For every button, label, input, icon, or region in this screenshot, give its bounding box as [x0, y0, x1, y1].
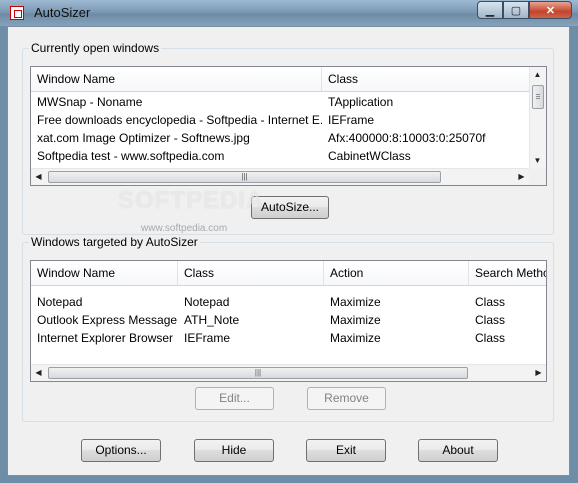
- maximize-button[interactable]: ▢: [503, 1, 529, 19]
- scroll-right-icon[interactable]: ▶: [514, 169, 529, 184]
- scroll-down-icon[interactable]: ▼: [530, 153, 545, 168]
- dialog-client: Currently open windows Window Name Class…: [7, 26, 570, 476]
- column-header-search-method[interactable]: Search Metho: [469, 261, 546, 285]
- remove-button[interactable]: Remove: [307, 387, 386, 410]
- exit-button[interactable]: Exit: [306, 439, 386, 462]
- open-windows-vertical-scrollbar[interactable]: ▲ ▼: [529, 67, 546, 168]
- scroll-up-icon[interactable]: ▲: [530, 67, 545, 82]
- vertical-scroll-thumb[interactable]: [532, 85, 544, 109]
- targeted-windows-horizontal-scrollbar[interactable]: ◀ ||| ▶: [31, 364, 546, 381]
- edit-button[interactable]: Edit...: [195, 387, 274, 410]
- softpedia-watermark-url: www.softpedia.com: [141, 223, 228, 234]
- open-windows-list[interactable]: Window Name Class MWSnap - Noname TAppli…: [30, 66, 547, 186]
- hide-button[interactable]: Hide: [194, 439, 274, 462]
- close-button[interactable]: ✕: [529, 1, 572, 19]
- horizontal-scroll-thumb[interactable]: |||: [48, 367, 468, 379]
- list-item[interactable]: MWSnap - Noname TApplication: [31, 93, 530, 111]
- horizontal-scroll-thumb[interactable]: |||: [48, 171, 441, 183]
- about-button[interactable]: About: [418, 439, 498, 462]
- scroll-left-icon[interactable]: ◀: [31, 169, 46, 184]
- column-header-action[interactable]: Action: [324, 261, 469, 285]
- column-header-window-name[interactable]: Window Name: [31, 261, 178, 285]
- targeted-windows-header: Window Name Class Action Search Metho: [31, 261, 546, 286]
- list-item[interactable]: xat.com Image Optimizer - Softnews.jpg A…: [31, 129, 530, 147]
- open-windows-label: Currently open windows: [29, 41, 162, 55]
- title-bar[interactable]: AutoSizer ▁ ▢ ✕: [0, 0, 578, 26]
- column-header-class[interactable]: Class: [178, 261, 324, 285]
- close-icon: ✕: [545, 4, 556, 17]
- softpedia-watermark: SOFTPEDIA: [118, 187, 265, 214]
- minimize-icon: ▁: [485, 4, 495, 17]
- targeted-windows-list[interactable]: Window Name Class Action Search Metho No…: [30, 260, 547, 382]
- open-windows-horizontal-scrollbar[interactable]: ◀ ||| ▶: [31, 168, 529, 185]
- window-title: AutoSizer: [34, 5, 91, 20]
- app-icon[interactable]: [10, 6, 24, 20]
- options-button[interactable]: Options...: [81, 439, 161, 462]
- scroll-left-icon[interactable]: ◀: [31, 365, 46, 380]
- targeted-windows-label: Windows targeted by AutoSizer: [29, 235, 200, 249]
- table-row[interactable]: Outlook Express Message ATH_Note Maximiz…: [31, 311, 546, 329]
- table-row[interactable]: Notepad Notepad Maximize Class: [31, 293, 546, 311]
- maximize-icon: ▢: [510, 4, 522, 17]
- scroll-right-icon[interactable]: ▶: [531, 365, 546, 380]
- column-header-window-name[interactable]: Window Name: [31, 67, 322, 91]
- open-windows-header: Window Name Class: [31, 67, 530, 92]
- column-header-class[interactable]: Class: [322, 67, 530, 91]
- list-item[interactable]: Softpedia test - www.softpedia.com Cabin…: [31, 147, 530, 165]
- scroll-corner: [529, 168, 546, 185]
- targeted-windows-group: Windows targeted by AutoSizer Window Nam…: [22, 235, 554, 422]
- open-windows-group: Currently open windows Window Name Class…: [22, 41, 554, 235]
- minimize-button[interactable]: ▁: [477, 1, 503, 19]
- list-item[interactable]: Free downloads encyclopedia - Softpedia …: [31, 111, 530, 129]
- table-row[interactable]: Internet Explorer Browser IEFrame Maximi…: [31, 329, 546, 347]
- caption-buttons: ▁ ▢ ✕: [477, 1, 572, 20]
